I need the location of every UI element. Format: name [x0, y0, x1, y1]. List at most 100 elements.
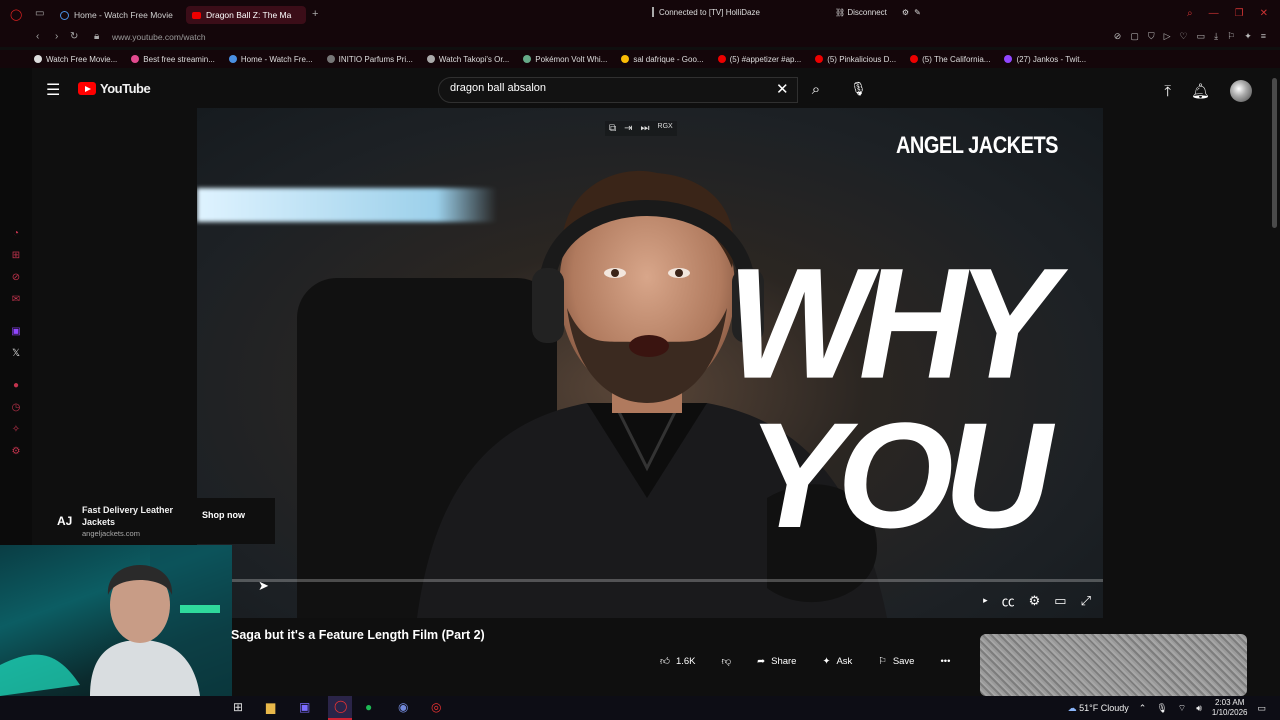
- pin-icon[interactable]: ✎: [914, 8, 921, 17]
- volume-icon[interactable]: 🔊︎: [1196, 703, 1202, 714]
- file-explorer-icon[interactable]: ▆: [266, 700, 275, 714]
- bookmark-item[interactable]: Watch Takopi's Or...: [426, 55, 509, 64]
- block-icon[interactable]: ⊘: [1114, 31, 1122, 42]
- wifi-icon[interactable]: ⌔: [1178, 703, 1186, 714]
- youtube-logo[interactable]: YouTube: [78, 81, 151, 96]
- messenger-icon[interactable]: ⊘: [10, 272, 22, 284]
- settings-gear-icon[interactable]: ⚙: [1029, 593, 1041, 609]
- wallet-icon[interactable]: ▭: [1197, 31, 1206, 42]
- search-button[interactable]: ⌕: [798, 77, 834, 103]
- share-button[interactable]: ➦ Share: [757, 656, 796, 667]
- dislike-button[interactable]: 👎︎: [721, 655, 731, 667]
- hamburger-menu-icon[interactable]: ☰: [46, 80, 60, 100]
- spotify-icon[interactable]: ●: [10, 380, 22, 392]
- like-button[interactable]: 👍︎ 1.6K: [660, 655, 695, 668]
- ask-button[interactable]: ✦ Ask: [822, 656, 852, 667]
- opera-logo-icon[interactable]: ◯: [10, 8, 22, 21]
- player-icon[interactable]: ▷: [1164, 31, 1171, 42]
- tab-label: Dragon Ball Z: The Ma: [206, 10, 292, 20]
- discord-taskbar-icon[interactable]: ◉: [398, 700, 408, 714]
- new-tab-button[interactable]: +: [312, 8, 318, 20]
- spotify-taskbar-icon[interactable]: ●: [365, 700, 372, 714]
- history-icon[interactable]: ◷: [10, 402, 22, 414]
- video-player[interactable]: ANGEL JACKETS WHY YOU ⧉ ⇥ ⏭ RGX ▸ ㏄ ⚙ ▭ …: [197, 108, 1103, 618]
- upload-icon[interactable]: ⤒: [1164, 83, 1171, 100]
- bookmark-label: INITIO Parfums Pri...: [338, 54, 413, 64]
- bookmark-item[interactable]: Watch Free Movie...: [34, 55, 117, 64]
- search-input[interactable]: dragon ball absalon: [438, 77, 798, 103]
- bookmark-item[interactable]: Best free streamin...: [131, 55, 215, 64]
- scrollbar-thumb[interactable]: [1272, 78, 1277, 228]
- vpn-settings-icon[interactable]: ⚙: [902, 8, 909, 17]
- overlay-text-line2: YOU: [747, 391, 1052, 559]
- ai-icon[interactable]: ✦: [1244, 31, 1252, 42]
- x-icon[interactable]: 𝕏: [10, 348, 22, 360]
- snapshot-icon[interactable]: ▢: [1130, 31, 1139, 42]
- extension-icon[interactable]: ⛉: [1148, 31, 1155, 42]
- popout-icon[interactable]: ⧉: [609, 123, 616, 134]
- bookmark-item[interactable]: (5) Pinkalicious D...: [815, 55, 896, 64]
- shop-now-button[interactable]: Shop now: [202, 510, 245, 520]
- more-actions-button[interactable]: •••: [940, 656, 950, 667]
- bookmark-item[interactable]: INITIO Parfums Pri...: [326, 54, 413, 64]
- bookmark-label: (5) Pinkalicious D...: [827, 54, 897, 64]
- opera-taskbar-button[interactable]: ◯: [328, 696, 352, 720]
- settings-icon[interactable]: ⚙: [10, 446, 22, 458]
- forward-icon[interactable]: ›: [55, 31, 58, 42]
- fullscreen-icon[interactable]: ⤢: [1081, 593, 1091, 609]
- notifications-bell-icon[interactable]: 🔔︎: [1191, 82, 1210, 100]
- bookmark-item[interactable]: sal dafrique - Goo...: [621, 55, 704, 64]
- task-view-icon[interactable]: ⊞: [233, 700, 243, 714]
- save-button[interactable]: ⚐ Save: [878, 656, 914, 667]
- vpn-disconnect-button[interactable]: ⛓ Disconnect: [835, 8, 887, 17]
- tab-home-watch-free[interactable]: Home - Watch Free Movie: [54, 6, 178, 24]
- avatar[interactable]: [1230, 80, 1252, 102]
- ad-banner[interactable]: AJ Fast Delivery Leather Jackets angelja…: [47, 498, 275, 544]
- search-tabs-icon[interactable]: ⌕: [1187, 8, 1193, 19]
- notifications-icon[interactable]: ▭: [1257, 703, 1266, 714]
- bookmark-item[interactable]: (27) Jankos - Twit...: [1004, 55, 1086, 64]
- download-icon[interactable]: ⤓: [1214, 31, 1218, 42]
- twitch-icon[interactable]: ▣: [10, 326, 22, 338]
- maximize-icon[interactable]: ❐: [1235, 8, 1244, 19]
- browser-menu-icon[interactable]: ≡: [1261, 31, 1266, 42]
- shopping-icon[interactable]: ⊞: [10, 250, 22, 262]
- url-field[interactable]: www.youtube.com/watch: [112, 32, 206, 42]
- clear-search-icon[interactable]: ✕: [776, 80, 789, 98]
- obs-taskbar-icon[interactable]: ◎: [431, 700, 441, 714]
- extensions-icon[interactable]: ✧: [10, 424, 22, 436]
- heart-icon[interactable]: ♡: [1180, 31, 1188, 42]
- bookmark-item[interactable]: (5) The California...: [910, 55, 990, 64]
- exit-icon[interactable]: ⇥: [624, 123, 632, 134]
- clock[interactable]: 2:03 AM 1/10/2026: [1212, 698, 1248, 718]
- bookmark-label: (5) #appetizer #ap...: [729, 54, 802, 64]
- tray-overflow-icon[interactable]: ⌃: [1139, 703, 1147, 714]
- reload-icon[interactable]: ↻: [70, 31, 78, 42]
- bookmark-item[interactable]: (5) #appetizer #ap...: [717, 54, 802, 64]
- captions-icon[interactable]: ㏄: [1002, 591, 1015, 610]
- voice-search-icon[interactable]: 🎙︎: [850, 81, 867, 97]
- close-icon[interactable]: ✕: [1260, 8, 1268, 19]
- tab-menu-icon[interactable]: ▭: [35, 8, 44, 19]
- minimize-icon[interactable]: —: [1209, 8, 1219, 19]
- skip-icon[interactable]: ⏭: [641, 123, 650, 134]
- page-scrollbar[interactable]: [1270, 68, 1280, 696]
- bookmark-item[interactable]: Pokémon Volt Whi...: [523, 55, 607, 64]
- mail-icon[interactable]: ✉: [10, 294, 22, 306]
- bookmark-icon[interactable]: ⚐: [1227, 31, 1235, 42]
- progress-bar[interactable]: [197, 579, 1103, 582]
- bookmark-favicon-icon: [131, 55, 140, 63]
- weather-widget[interactable]: ☁ 51°F Cloudy: [1068, 703, 1129, 714]
- aria-icon[interactable]: ◔: [10, 228, 22, 240]
- back-icon[interactable]: ‹: [36, 31, 39, 42]
- miniplayer-icon[interactable]: ▭: [1054, 593, 1066, 609]
- calendar-app-icon[interactable]: ▣: [299, 700, 310, 714]
- recommended-video-thumbnail[interactable]: [980, 634, 1247, 696]
- player-controls: ▸ ㏄ ⚙ ▭ ⤢: [983, 591, 1103, 610]
- tab-dragon-ball[interactable]: Dragon Ball Z: The Ma: [186, 6, 306, 24]
- clock-time: 2:03 AM: [1215, 698, 1245, 707]
- webcam-overlay: [0, 545, 232, 696]
- bookmark-item[interactable]: Home - Watch Fre...: [228, 55, 313, 64]
- autoplay-toggle-icon[interactable]: ▸: [983, 595, 988, 606]
- microphone-tray-icon[interactable]: 🎙︎: [1156, 703, 1167, 714]
